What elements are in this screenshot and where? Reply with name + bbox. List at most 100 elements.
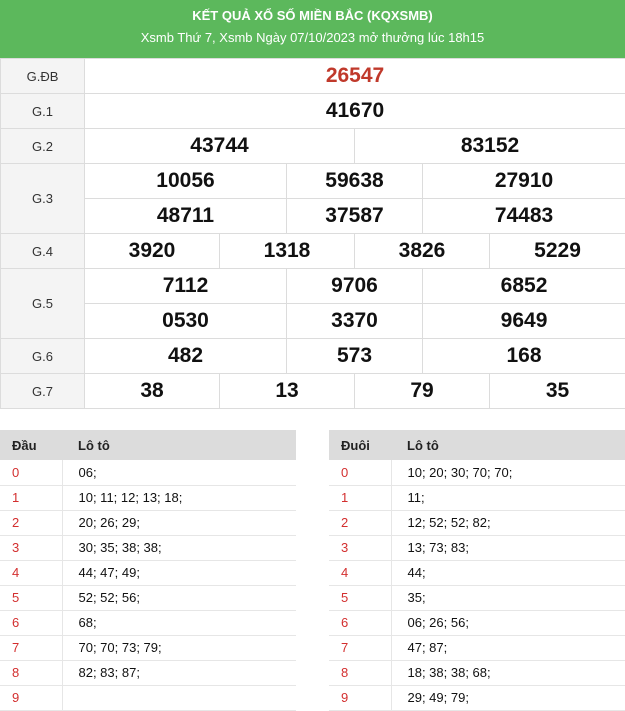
loto-key: 4: [0, 560, 63, 586]
prize-row-g6: G.6 482 573 168: [0, 338, 625, 374]
loto-key: 4: [329, 560, 392, 586]
prize-number: 168: [421, 338, 625, 374]
prize-label: G.1: [0, 93, 85, 129]
loto-values: 20; 26; 29;: [62, 510, 296, 536]
prize-number: 7112: [84, 268, 287, 304]
results-header: KẾT QUẢ XỔ SỐ MIỀN BẮC (KQXSMB) Xsmb Thứ…: [0, 0, 625, 58]
prize-row-special: G.ĐB 26547: [0, 58, 625, 94]
loto-key: 1: [0, 485, 63, 511]
table-row: 0 10; 20; 30; 70; 70;: [329, 460, 625, 486]
prize-number: 9649: [421, 303, 625, 339]
prize-number: 3370: [286, 303, 423, 339]
table-row: 1 11;: [329, 485, 625, 511]
prize-number: 13: [219, 373, 355, 409]
prize-number: 59638: [286, 163, 423, 199]
prize-row-g5b: 0530 3370 9649: [1, 303, 625, 339]
loto-key: 9: [329, 685, 392, 711]
table-row: 9 29; 49; 79;: [329, 685, 625, 711]
loto-values: 47; 87;: [391, 635, 625, 661]
loto-key: 3: [0, 535, 63, 561]
loto-values: 11;: [391, 485, 625, 511]
prize-number: 74483: [421, 198, 625, 234]
loto-key: 0: [0, 460, 63, 486]
table-row: 2 20; 26; 29;: [0, 510, 296, 536]
table-row: 8 18; 38; 38; 68;: [329, 660, 625, 686]
prize-row-g3: G.3 10056 59638 27910: [0, 163, 625, 234]
prize-label: G.ĐB: [0, 58, 85, 94]
loto-values: 06;: [62, 460, 296, 486]
page-title: KẾT QUẢ XỔ SỐ MIỀN BẮC (KQXSMB): [192, 8, 433, 23]
loto-key: 3: [329, 535, 392, 561]
loto-key: 8: [0, 660, 63, 686]
prize-row-g3b: 48711 37587 74483: [1, 198, 625, 234]
prize-row-g5: G.5 7112 9706 6852: [0, 268, 625, 339]
prize-number: 48711: [84, 198, 287, 234]
prize-row-g1: G.1 41670: [0, 93, 625, 129]
prize-number: 1318: [219, 233, 355, 269]
loto-values: [62, 685, 296, 711]
loto-values: 44;: [391, 560, 625, 586]
prize-number: 573: [286, 338, 423, 374]
table-row: 3 30; 35; 38; 38;: [0, 535, 296, 561]
table-row: 1 10; 11; 12; 13; 18;: [0, 485, 296, 511]
page-subtitle: Xsmb Thứ 7, Xsmb Ngày 07/10/2023 mở thưở…: [140, 30, 485, 45]
prize-number: 41670: [83, 93, 625, 129]
loto-key: 2: [329, 510, 392, 536]
prize-number: 79: [354, 373, 490, 409]
loto-key: 8: [329, 660, 392, 686]
prize-row-g2: G.2 43744 83152: [0, 128, 625, 164]
loto-values: 70; 70; 73; 79;: [62, 635, 296, 661]
prize-label: G.2: [0, 128, 85, 164]
prize-number: 9706: [286, 268, 423, 304]
prize-number: 5229: [488, 233, 625, 269]
table-row: 4 44; 47; 49;: [0, 560, 296, 586]
loto-key: 1: [329, 485, 392, 511]
prize-number: 3920: [84, 233, 220, 269]
table-row: 0 06;: [0, 460, 296, 486]
prize-number: 3826: [354, 233, 490, 269]
loto-key: 7: [329, 635, 392, 661]
prize-number: 6852: [421, 268, 625, 304]
loto-values: 18; 38; 38; 68;: [391, 660, 625, 686]
prize-number: 27910: [421, 163, 625, 199]
table-row: 6 68;: [0, 610, 296, 636]
loto-values: 29; 49; 79;: [391, 685, 625, 711]
column-header: Đầu: [0, 430, 62, 460]
prize-number: 482: [84, 338, 287, 374]
prize-row-g7: G.7 38 13 79 35: [0, 373, 625, 409]
column-header: Đuôi: [329, 430, 391, 460]
loto-values: 82; 83; 87;: [62, 660, 296, 686]
table-row: 6 06; 26; 56;: [329, 610, 625, 636]
loto-values: 35;: [391, 585, 625, 611]
loto-key: 9: [0, 685, 63, 711]
prize-number: 83152: [353, 128, 625, 164]
loto-table-duoi: Đuôi Lô tô 0 10; 20; 30; 70; 70; 1 11; 2 12…: [329, 430, 625, 711]
loto-values: 52; 52; 56;: [62, 585, 296, 611]
table-row: 2 12; 52; 52; 82;: [329, 510, 625, 536]
loto-table-dau: Đầu Lô tô 0 06; 1 10; 11; 12; 13; 18; 2 20;…: [0, 430, 296, 711]
loto-values: 30; 35; 38; 38;: [62, 535, 296, 561]
table-row: 8 82; 83; 87;: [0, 660, 296, 686]
prize-number: 0530: [84, 303, 287, 339]
prize-number: 37587: [286, 198, 423, 234]
table-row: 5 52; 52; 56;: [0, 585, 296, 611]
results-table: G.ĐB 26547 G.1 41670 G.2 43744 83152 G.3…: [0, 58, 625, 409]
prize-number: 38: [84, 373, 220, 409]
table-row: 5 35;: [329, 585, 625, 611]
loto-key: 5: [0, 585, 63, 611]
prize-label: G.3: [0, 163, 85, 234]
loto-values: 68;: [62, 610, 296, 636]
prize-number: 43744: [84, 128, 355, 164]
loto-key: 6: [329, 610, 392, 636]
prize-row-g4: G.4 3920 1318 3826 5229: [0, 233, 625, 269]
loto-values: 44; 47; 49;: [62, 560, 296, 586]
loto-key: 0: [329, 460, 392, 486]
prize-number: 10056: [84, 163, 287, 199]
table-row: 7 47; 87;: [329, 635, 625, 661]
loto-values: 10; 11; 12; 13; 18;: [62, 485, 296, 511]
table-row: 7 70; 70; 73; 79;: [0, 635, 296, 661]
loto-key: 5: [329, 585, 392, 611]
loto-values: 12; 52; 52; 82;: [391, 510, 625, 536]
loto-values: 06; 26; 56;: [391, 610, 625, 636]
prize-label: G.6: [0, 338, 85, 374]
